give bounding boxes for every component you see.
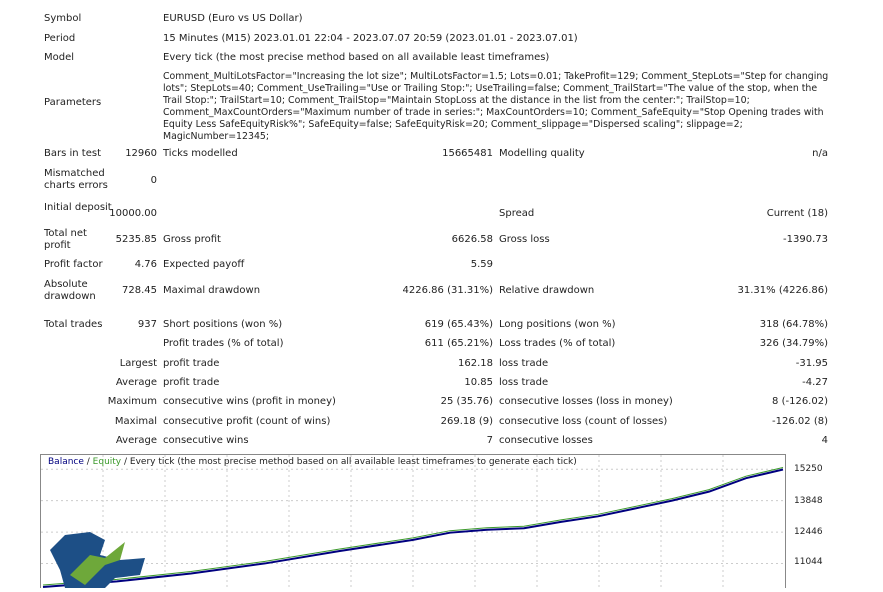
stat-value: 5.59: [470, 259, 493, 270]
stat-value: n/a: [812, 148, 828, 159]
stat-label: loss trade: [499, 377, 549, 388]
stat-label: Gross loss: [499, 234, 550, 245]
y-tick: 11044: [794, 557, 823, 567]
period-label: Period: [44, 33, 76, 44]
stat-label: Profit trades (% of total): [163, 338, 284, 349]
chart-legend: Balance / Equity / Every tick (the most …: [48, 457, 577, 467]
stat-value: 10000.00: [109, 208, 157, 219]
stat-value: 326 (34.79%): [759, 338, 828, 349]
model-label: Model: [44, 52, 75, 63]
row-sublabel: Average: [115, 435, 157, 446]
stat-value: -1390.73: [783, 234, 828, 245]
stat-label: loss trade: [499, 358, 549, 369]
stat-label: Relative drawdown: [499, 285, 595, 296]
parameters-label: Parameters: [44, 97, 102, 108]
stat-label: Ticks modelled: [163, 148, 238, 159]
stat-value: -31.95: [795, 358, 828, 369]
stat-value: 4226.86 (31.31%): [402, 285, 493, 296]
balance-line: [42, 468, 784, 588]
stat-label: Long positions (won %): [499, 319, 616, 330]
stat-value: 162.18: [458, 358, 493, 369]
stat-value: 269.18 (9): [440, 416, 493, 427]
stat-label: consecutive losses: [499, 435, 593, 446]
stat-label: Expected payoff: [163, 259, 245, 270]
stat-value: 10.85: [464, 377, 493, 388]
y-tick: 13848: [794, 496, 823, 506]
stat-label: Modelling quality: [499, 148, 585, 159]
bull-bear-logo: [50, 532, 145, 588]
stat-label: consecutive wins: [163, 435, 249, 446]
stat-value: 728.45: [122, 285, 157, 296]
mismatched-value: 0: [150, 175, 157, 186]
model-value: Every tick (the most precise method base…: [163, 52, 550, 63]
legend-model: / Every tick (the most precise method ba…: [121, 457, 577, 467]
symbol-value: EURUSD (Euro vs US Dollar): [163, 13, 303, 24]
stat-value: 4.76: [134, 259, 157, 270]
stat-label: Loss trades (% of total): [499, 338, 616, 349]
stat-label: profit trade: [163, 358, 220, 369]
stat-label: consecutive profit (count of wins): [163, 416, 331, 427]
stat-value: 15665481: [442, 148, 493, 159]
legend-equity: Equity: [92, 457, 122, 467]
stat-label: consecutive losses (loss in money): [499, 396, 673, 407]
symbol-label: Symbol: [44, 13, 82, 24]
stat-value: 4: [821, 435, 828, 446]
legend-balance: Balance: [48, 457, 84, 467]
stat-value: Current (18): [766, 208, 828, 219]
row-sublabel: Maximal: [114, 416, 157, 427]
period-value: 15 Minutes (M15) 2023.01.01 22:04 - 2023…: [163, 33, 578, 44]
stat-value: 318 (64.78%): [759, 319, 828, 330]
stat-label: consecutive wins (profit in money): [163, 396, 336, 407]
stat-label: profit trade: [163, 377, 220, 388]
stat-value: 8 (-126.02): [772, 396, 828, 407]
stat-value: -126.02 (8): [772, 416, 828, 427]
balance-chart: [40, 454, 786, 589]
row-sublabel: Largest: [119, 358, 157, 369]
stat-label: Spread: [499, 208, 535, 219]
stat-value: -4.27: [802, 377, 828, 388]
stat-value: 7: [486, 435, 493, 446]
y-tick: 15250: [794, 464, 823, 474]
stat-value: 937: [137, 319, 157, 330]
stat-value: 12960: [125, 148, 157, 159]
stat-value: 31.31% (4226.86): [737, 285, 828, 296]
y-tick: 12446: [794, 527, 823, 537]
stat-value: 5235.85: [115, 234, 157, 245]
stat-value: 611 (65.21%): [424, 338, 493, 349]
stat-label: consecutive loss (count of losses): [499, 416, 668, 427]
stat-value: 619 (65.43%): [424, 319, 493, 330]
row-sublabel: Average: [115, 377, 157, 388]
stat-value: 6626.58: [451, 234, 493, 245]
row-sublabel: Maximum: [107, 396, 157, 407]
stat-label: Short positions (won %): [163, 319, 283, 330]
parameters-value: Comment_MultiLotsFactor="Increasing the …: [163, 71, 829, 142]
stat-label: Maximal drawdown: [163, 285, 261, 296]
stat-label: Gross profit: [163, 234, 221, 245]
stat-value: 25 (35.76): [440, 396, 493, 407]
